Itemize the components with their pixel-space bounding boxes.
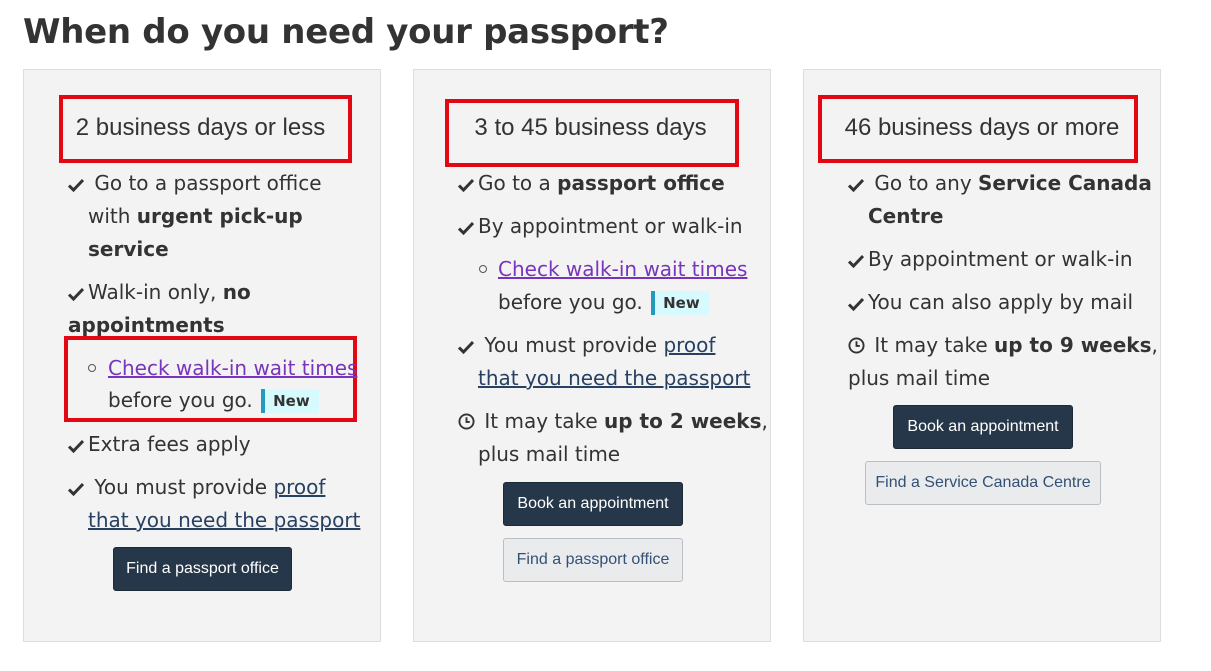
list-item: You must provide proof bbox=[457, 333, 715, 357]
checkmark-icon bbox=[457, 333, 478, 357]
proof-link[interactable]: proof bbox=[273, 475, 325, 499]
card-title: 3 to 45 business days bbox=[474, 114, 707, 141]
new-badge: New bbox=[261, 389, 319, 413]
clock-icon bbox=[848, 333, 868, 357]
list-item: You must provide proof bbox=[67, 475, 325, 499]
checkmark-icon bbox=[847, 247, 868, 271]
card-title: 46 business days or more bbox=[844, 114, 1120, 141]
list-item: By appointment or walk-in bbox=[457, 214, 743, 238]
list-item: Extra fees apply bbox=[67, 432, 251, 456]
bullet-icon bbox=[479, 265, 487, 273]
find-passport-office-button[interactable]: Find a passport office bbox=[113, 547, 292, 591]
checkmark-icon bbox=[67, 432, 88, 456]
list-item: Walk-in only, no bbox=[67, 280, 251, 304]
proof-link[interactable]: proof bbox=[663, 333, 715, 357]
list-item: Go to a passport office bbox=[67, 171, 322, 195]
book-appointment-button[interactable]: Book an appointment bbox=[893, 405, 1073, 449]
list-item: By appointment or walk-in bbox=[847, 247, 1133, 271]
checkmark-icon bbox=[457, 171, 478, 195]
find-passport-office-button[interactable]: Find a passport office bbox=[503, 538, 683, 582]
card-title: 2 business days or less bbox=[75, 114, 326, 141]
list-item: You can also apply by mail bbox=[847, 290, 1133, 314]
checkmark-icon bbox=[67, 280, 88, 304]
checkmark-icon bbox=[847, 290, 868, 314]
clock-icon bbox=[458, 409, 478, 433]
check-wait-times-link[interactable]: Check walk-in wait times bbox=[498, 257, 747, 281]
check-wait-times-link[interactable]: Check walk-in wait times bbox=[108, 356, 357, 380]
list-item: Go to any Service Canada bbox=[847, 171, 1152, 195]
bullet-icon bbox=[88, 364, 96, 372]
proof-link-continued[interactable]: that you need the passport bbox=[88, 508, 360, 532]
list-item: It may take up to 9 weeks, bbox=[848, 333, 1158, 357]
card-46-days-or-more: 46 business days or more Go to any Servi… bbox=[803, 69, 1161, 642]
card-2-days: 2 business days or less Go to a passport… bbox=[23, 69, 381, 642]
checkmark-icon bbox=[847, 171, 868, 195]
list-item: It may take up to 2 weeks, bbox=[458, 409, 768, 433]
card-3-to-45-days: 3 to 45 business days Go to a passport o… bbox=[413, 69, 771, 642]
list-item: Go to a passport office bbox=[457, 171, 725, 195]
proof-link-continued[interactable]: that you need the passport bbox=[478, 366, 750, 390]
book-appointment-button[interactable]: Book an appointment bbox=[503, 482, 683, 526]
checkmark-icon bbox=[457, 214, 478, 238]
new-badge: New bbox=[651, 291, 709, 315]
page-title: When do you need your passport? bbox=[23, 12, 669, 52]
checkmark-icon bbox=[67, 475, 88, 499]
checkmark-icon bbox=[67, 171, 88, 195]
find-service-canada-centre-button[interactable]: Find a Service Canada Centre bbox=[865, 461, 1101, 505]
